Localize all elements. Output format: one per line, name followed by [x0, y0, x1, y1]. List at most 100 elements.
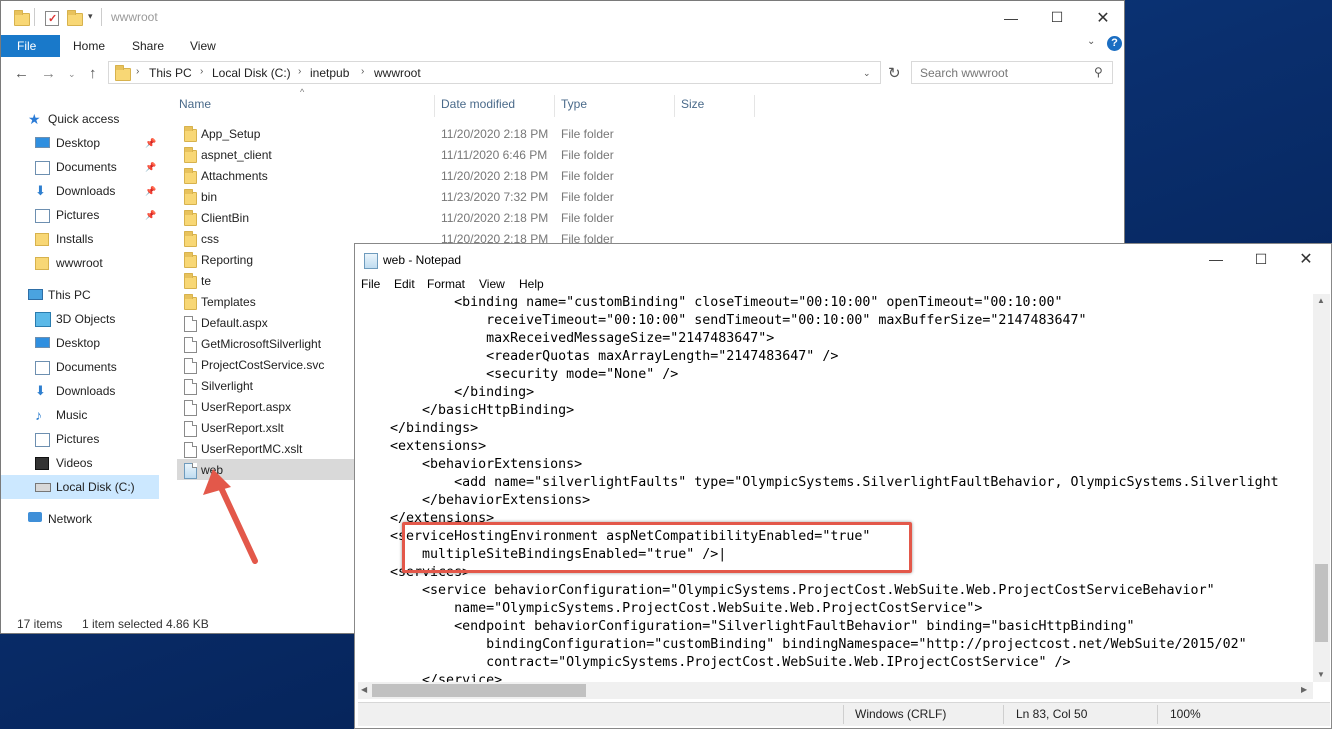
- text-editor[interactable]: <binding name="customBinding" closeTimeo…: [358, 294, 1313, 682]
- scroll-right-icon[interactable]: ▶: [1301, 685, 1307, 694]
- close-button[interactable]: ✕: [1080, 1, 1126, 34]
- nav-network[interactable]: Network: [1, 507, 159, 531]
- nav-this-pc[interactable]: This PC: [1, 283, 159, 307]
- breadcrumb-local-disk[interactable]: Local Disk (C:): [212, 66, 291, 80]
- file-row[interactable]: bin 11/23/2020 7:32 PM File folder: [177, 186, 614, 207]
- breadcrumb-this-pc[interactable]: This PC: [149, 66, 192, 80]
- file-row[interactable]: App_Setup 11/20/2020 2:18 PM File folder: [177, 123, 614, 144]
- pin-icon[interactable]: 📌: [145, 203, 156, 227]
- scroll-down-icon[interactable]: ▼: [1317, 670, 1325, 679]
- nav-pc-music[interactable]: ♪ Music: [1, 403, 159, 427]
- vertical-scroll-thumb[interactable]: [1315, 564, 1328, 642]
- file-name: Silverlight: [201, 379, 254, 393]
- pin-icon[interactable]: 📌: [145, 179, 156, 203]
- pin-icon[interactable]: 📌: [145, 131, 156, 155]
- folder-icon: [35, 257, 49, 270]
- pin-icon[interactable]: 📌: [145, 155, 156, 179]
- column-type[interactable]: Type: [561, 97, 587, 111]
- column-date-modified[interactable]: Date modified: [441, 97, 515, 111]
- column-name[interactable]: Name: [179, 97, 211, 111]
- nav-quick-wwwroot[interactable]: wwwroot: [1, 251, 159, 275]
- nav-pc-local-disk-c-[interactable]: Local Disk (C:): [1, 475, 159, 499]
- forward-arrow-icon[interactable]: →: [41, 65, 56, 82]
- tab-home[interactable]: Home: [73, 35, 105, 57]
- column-size[interactable]: Size: [681, 97, 704, 111]
- nav-label: Quick access: [48, 112, 120, 126]
- file-name: UserReport.aspx: [201, 400, 292, 414]
- tab-share[interactable]: Share: [132, 35, 164, 57]
- file-name: bin: [201, 190, 218, 204]
- recent-locations-icon[interactable]: ⌄: [68, 69, 76, 80]
- nav-quick-desktop[interactable]: Desktop 📌: [1, 131, 159, 155]
- horizontal-scroll-thumb[interactable]: [372, 684, 586, 697]
- pictures-icon: [35, 209, 50, 223]
- folder-icon: [115, 65, 131, 81]
- nav-pc-desktop[interactable]: Desktop: [1, 331, 159, 355]
- selected-size: 4.86 KB: [166, 617, 209, 631]
- maximize-button[interactable]: ☐: [1238, 244, 1284, 274]
- menu-edit[interactable]: Edit: [394, 277, 415, 291]
- breadcrumb-inetpub[interactable]: inetpub: [310, 66, 349, 80]
- menu-help[interactable]: Help: [519, 277, 544, 291]
- nav-quick-downloads[interactable]: ⬇ Downloads 📌: [1, 179, 159, 203]
- notepad-icon: [364, 253, 378, 269]
- nav-pc-documents[interactable]: Documents: [1, 355, 159, 379]
- menu-view[interactable]: View: [479, 277, 505, 291]
- tab-view[interactable]: View: [190, 35, 216, 57]
- chevron-down-icon[interactable]: ⌄: [863, 68, 871, 79]
- search-input[interactable]: Search wwwroot ⚲: [911, 61, 1113, 84]
- nav-label: Desktop: [56, 336, 101, 350]
- nav-label: Documents: [56, 160, 117, 174]
- nav-quick-installs[interactable]: Installs: [1, 227, 159, 251]
- explorer-titlebar: ✓ ▾ wwwroot — ☐ ✕: [1, 1, 1124, 34]
- code-line: maxReceivedMessageSize="2147483647">: [358, 331, 775, 346]
- nav-label: Desktop: [56, 136, 101, 150]
- documents-icon: [35, 361, 50, 375]
- address-bar[interactable]: › This PC › Local Disk (C:) › inetpub › …: [108, 61, 881, 84]
- nav-quick-documents[interactable]: Documents 📌: [1, 155, 159, 179]
- vertical-scrollbar[interactable]: ▲ ▼: [1313, 294, 1330, 682]
- new-folder-icon[interactable]: [66, 9, 83, 26]
- scroll-left-icon[interactable]: ◀: [361, 685, 367, 694]
- menu-format[interactable]: Format: [427, 277, 465, 291]
- properties-icon[interactable]: ✓: [44, 9, 60, 26]
- refresh-icon[interactable]: ↻: [888, 64, 901, 82]
- network-icon: [28, 512, 42, 522]
- nav-quick-access[interactable]: ★ Quick access: [1, 107, 159, 131]
- breadcrumb-wwwroot[interactable]: wwwroot: [374, 66, 421, 80]
- nav-pc-videos[interactable]: Videos: [1, 451, 159, 475]
- tab-file[interactable]: File: [1, 35, 60, 57]
- nav-pc-pictures[interactable]: Pictures: [1, 427, 159, 451]
- scroll-up-icon[interactable]: ▲: [1317, 296, 1325, 305]
- nav-quick-pictures[interactable]: Pictures 📌: [1, 203, 159, 227]
- help-icon[interactable]: ?: [1107, 36, 1122, 51]
- customize-toolbar-icon[interactable]: ▾: [88, 11, 93, 22]
- code-line: </bindings>: [358, 421, 479, 436]
- notepad-title: web - Notepad: [383, 253, 462, 267]
- minimize-button[interactable]: —: [988, 1, 1034, 34]
- nav-pc-downloads[interactable]: ⬇ Downloads: [1, 379, 159, 403]
- up-arrow-icon[interactable]: ↑: [89, 65, 97, 82]
- file-name: GetMicrosoftSilverlight: [201, 337, 322, 351]
- expand-ribbon-icon[interactable]: ⌄: [1087, 36, 1095, 47]
- file-type: File folder: [561, 190, 614, 204]
- file-row[interactable]: ClientBin 11/20/2020 2:18 PM File folder: [177, 207, 614, 228]
- sort-ascending-icon: ^: [300, 87, 305, 97]
- code-line: <security mode="None" />: [358, 367, 679, 382]
- file-row[interactable]: aspnet_client 11/11/2020 6:46 PM File fold…: [177, 144, 614, 165]
- horizontal-scrollbar[interactable]: ◀ ▶: [358, 682, 1313, 699]
- close-button[interactable]: ✕: [1283, 244, 1329, 274]
- file-name: te: [201, 274, 212, 288]
- line-ending: Windows (CRLF): [855, 707, 947, 721]
- nav-pc-3d-objects[interactable]: 3D Objects: [1, 307, 159, 331]
- maximize-button[interactable]: ☐: [1034, 1, 1080, 34]
- minimize-button[interactable]: —: [1193, 244, 1239, 274]
- menu-file[interactable]: File: [361, 277, 380, 291]
- file-row[interactable]: Attachments 11/20/2020 2:18 PM File folder: [177, 165, 614, 186]
- selected-count: 1 item selected: [82, 617, 163, 631]
- file-name: Default.aspx: [201, 316, 268, 330]
- back-arrow-icon[interactable]: ←: [14, 65, 29, 82]
- chevron-right-icon: ›: [298, 66, 302, 77]
- nav-label: Documents: [56, 360, 117, 374]
- notepad-window: web - Notepad — ☐ ✕ File Edit Format Vie…: [354, 243, 1332, 729]
